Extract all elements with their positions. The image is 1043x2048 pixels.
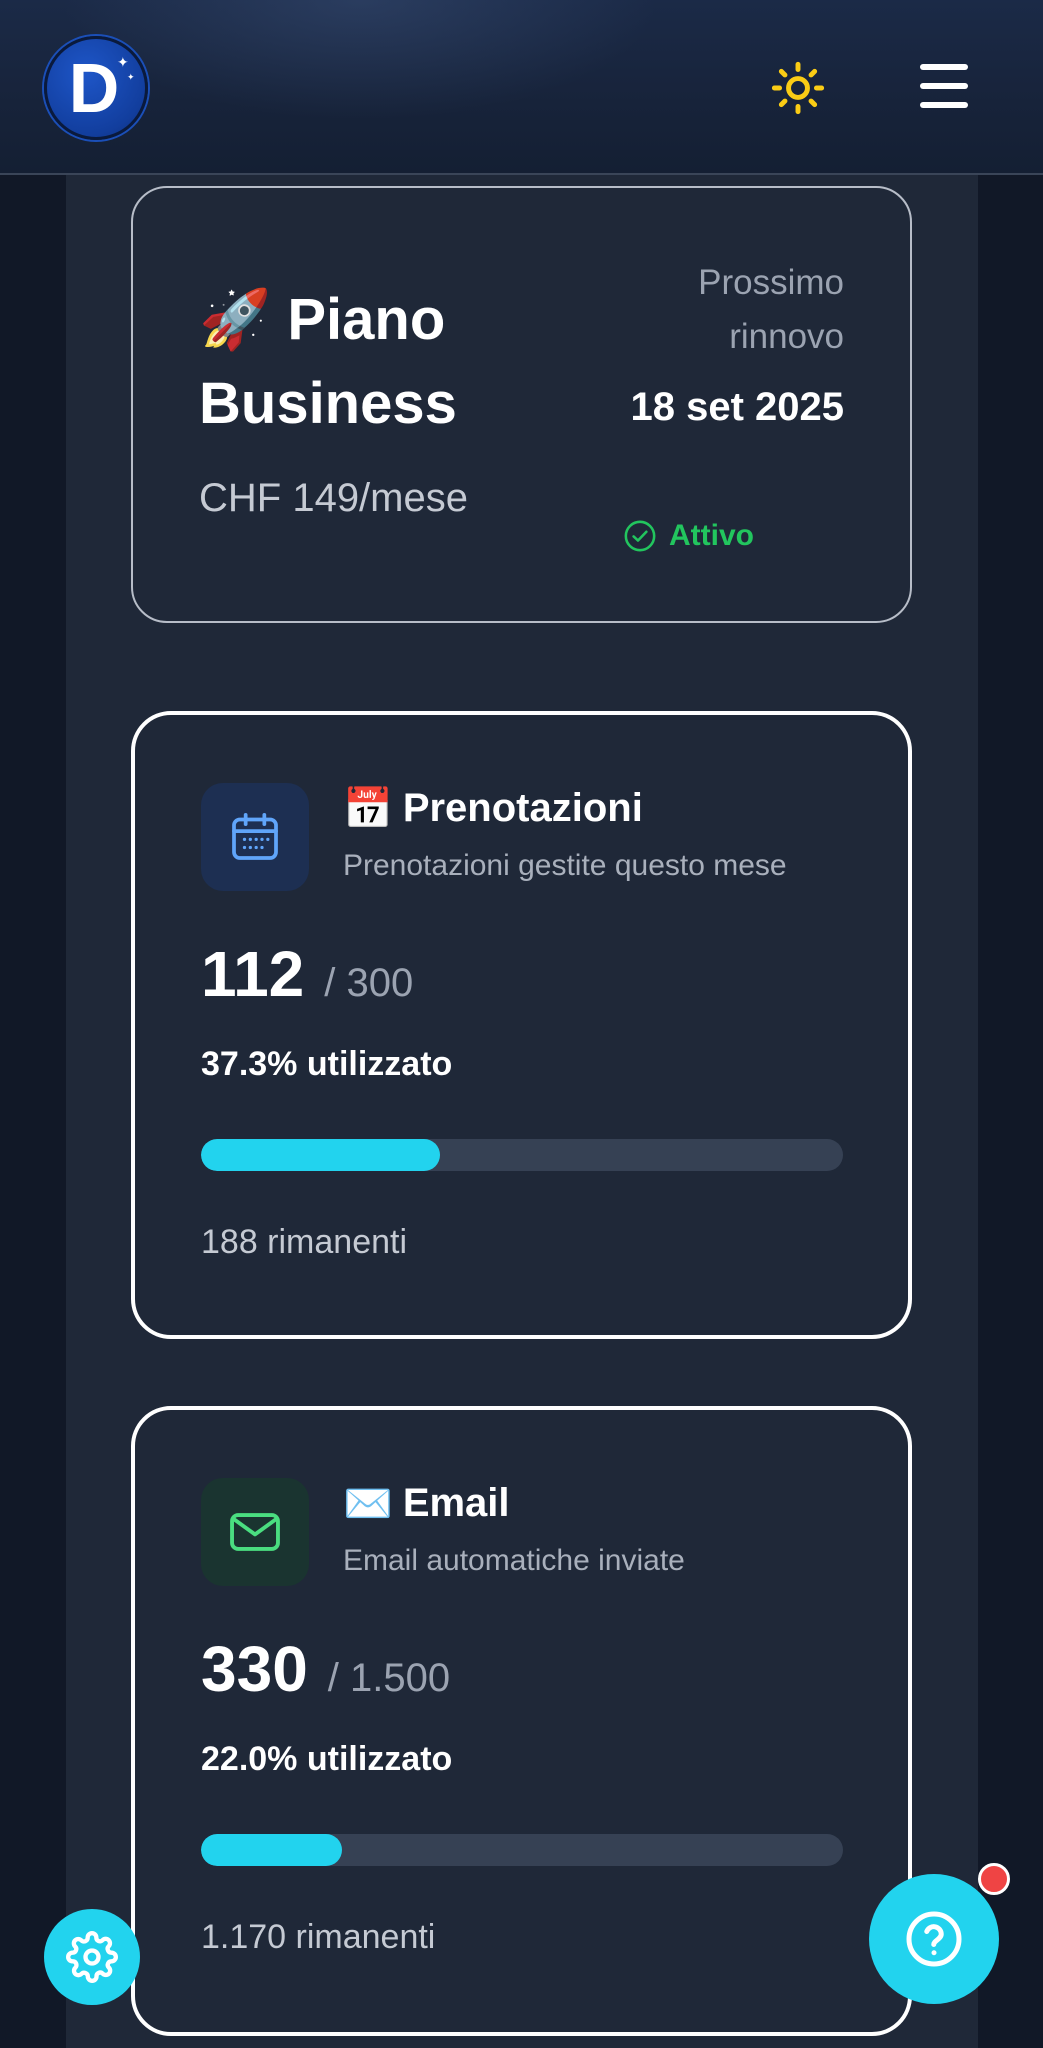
progress-fill — [201, 1139, 441, 1171]
status-label: Attivo — [669, 519, 754, 552]
plan-title: 🚀 Piano Business — [199, 278, 559, 446]
header-glow — [60, 0, 660, 120]
progress-bar — [201, 1834, 843, 1866]
settings-button[interactable] — [44, 1909, 140, 2005]
card-title: Prenotazioni — [402, 786, 643, 830]
notification-dot — [978, 1863, 1010, 1895]
usage-card-email: ✉️ Email Email automatiche inviate 330 /… — [131, 1406, 912, 2036]
renewal-label: Prossimo rinnovo — [698, 263, 844, 356]
card-description: Prenotazioni gestite questo mese — [343, 849, 787, 882]
help-button[interactable] — [869, 1874, 999, 2004]
card-heading: ✉️ Email — [343, 1480, 510, 1527]
sun-icon — [771, 61, 825, 115]
plan-price: CHF 149/mese — [199, 476, 468, 520]
progress-fill — [201, 1834, 343, 1866]
right-gutter — [978, 0, 1043, 2048]
card-heading: 📅 Prenotazioni — [343, 785, 643, 832]
calendar-emoji-icon: 📅 — [343, 787, 393, 831]
usage-percent: 22.0% utilizzato — [201, 1740, 453, 1778]
card-title: Email — [402, 1481, 510, 1525]
left-gutter — [0, 0, 66, 2048]
used-count: 330 — [201, 1633, 308, 1705]
renewal-date: 18 set 2025 — [630, 385, 844, 429]
logo-letter: D — [68, 49, 120, 127]
theme-toggle-button[interactable] — [766, 56, 830, 120]
used-count: 112 — [201, 938, 305, 1010]
envelope-emoji-icon: ✉️ — [343, 1482, 393, 1526]
remaining-count: 1.170 rimanenti — [201, 1918, 436, 1956]
limit-count: / 300 — [324, 961, 414, 1005]
menu-line — [920, 83, 968, 89]
usage-card-bookings: 📅 Prenotazioni Prenotazioni gestite ques… — [131, 711, 912, 1339]
app-page: D ✦ ✦ 🚀 Piano Business CHF 149/mese Pros… — [0, 0, 1043, 2048]
mail-icon — [230, 1513, 280, 1551]
usage-count: 112 / 300 — [201, 937, 413, 1011]
calendar-icon — [232, 812, 278, 860]
sparkle-icon: ✦ — [127, 72, 135, 82]
usage-count: 330 / 1.500 — [201, 1632, 450, 1706]
question-icon — [906, 1911, 962, 1967]
menu-line — [920, 102, 968, 108]
sparkle-icon: ✦ — [117, 54, 129, 70]
rocket-icon: 🚀 — [199, 287, 272, 352]
plan-card: 🚀 Piano Business CHF 149/mese Prossimo r… — [131, 186, 912, 623]
status-badge: Attivo — [623, 516, 754, 556]
mail-icon-tile — [201, 1478, 309, 1586]
progress-bar — [201, 1139, 843, 1171]
calendar-icon-tile — [201, 783, 309, 891]
check-circle-icon — [624, 520, 656, 552]
remaining-count: 188 rimanenti — [201, 1223, 408, 1261]
gear-icon — [66, 1931, 118, 1983]
app-logo[interactable]: D ✦ ✦ — [44, 36, 148, 140]
card-description: Email automatiche inviate — [343, 1544, 685, 1577]
top-header: D ✦ ✦ — [0, 0, 1043, 175]
limit-count: / 1.500 — [327, 1656, 451, 1700]
hamburger-menu-button[interactable] — [914, 58, 974, 114]
usage-percent: 37.3% utilizzato — [201, 1045, 453, 1083]
menu-line — [920, 64, 968, 70]
